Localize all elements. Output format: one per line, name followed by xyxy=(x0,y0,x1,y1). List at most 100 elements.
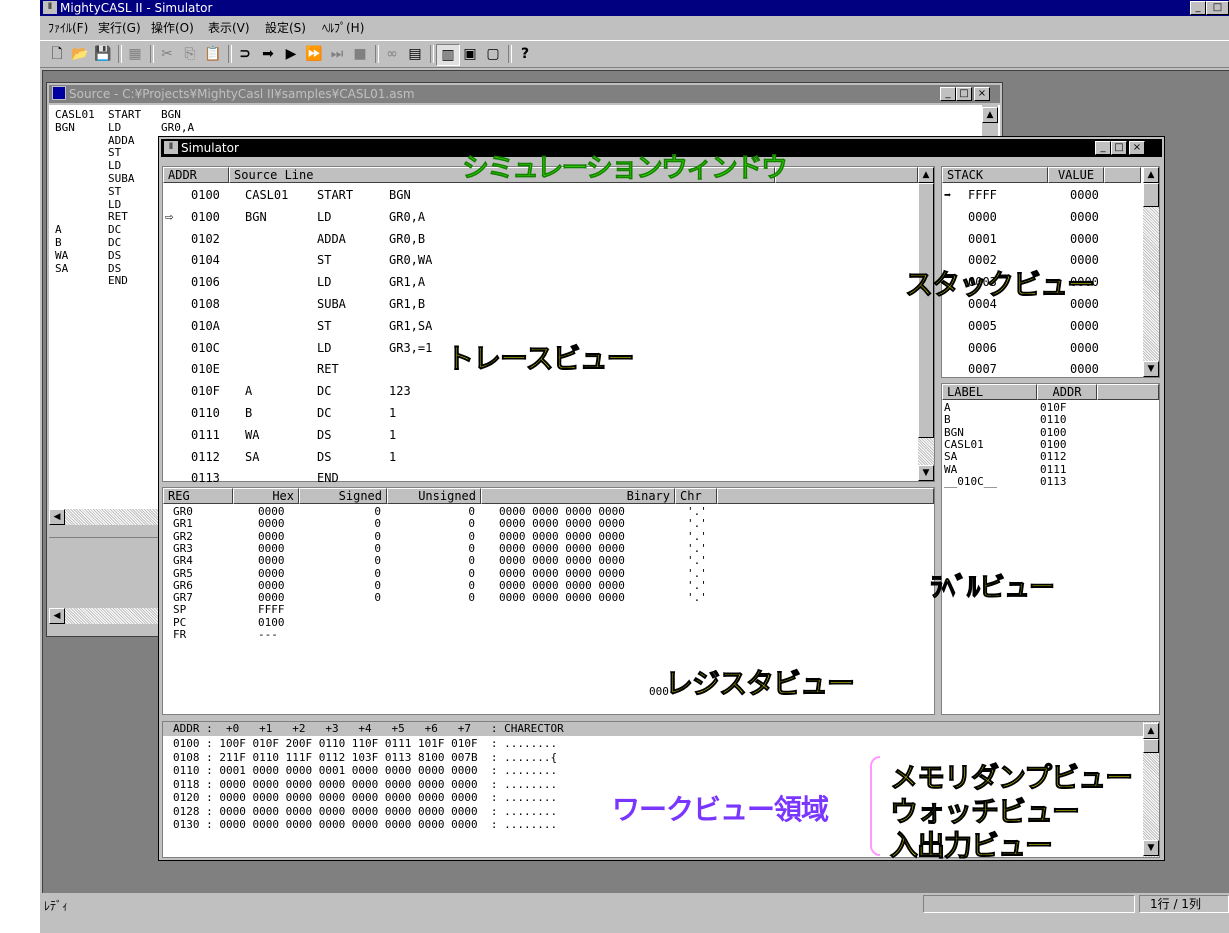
trace-row[interactable]: 0102 ADDA GR0,B xyxy=(163,230,913,248)
source-close-button[interactable]: × xyxy=(974,87,990,101)
stack-row[interactable]: 0007 0000 xyxy=(942,360,1141,377)
fast-forward-icon[interactable]: ⏩ xyxy=(303,44,325,64)
list-icon[interactable]: ▤ xyxy=(404,44,426,64)
memory-scroll-thumb[interactable] xyxy=(1143,739,1159,753)
label-row[interactable]: BGN 0100 xyxy=(944,426,1154,439)
register-row[interactable]: GR0 0000 0 0 0000 0000 0000 0000 '.' xyxy=(163,506,923,518)
menu-run[interactable]: 実行(G) xyxy=(98,17,141,39)
reg-header-binary[interactable]: Binary xyxy=(481,488,675,504)
register-row[interactable]: GR5 0000 0 0 0000 0000 0000 0000 '.' xyxy=(163,567,923,580)
register-view-icon[interactable]: ▥ xyxy=(436,44,460,66)
stack-header-stack[interactable]: STACK xyxy=(942,167,1048,183)
label-header-label[interactable]: LABEL xyxy=(942,384,1037,400)
memory-scroll-up-button[interactable]: ▲ xyxy=(1143,723,1159,739)
simulator-minimize-button[interactable]: _ xyxy=(1095,141,1111,155)
reg-header-reg[interactable]: REG xyxy=(163,488,233,504)
breakpoint-icon[interactable]: ∞ xyxy=(381,44,403,64)
trace-header-addr[interactable]: ADDR xyxy=(163,167,229,183)
register-row[interactable]: GR2 0000 0 0 0000 0000 0000 0000 '.' xyxy=(163,530,923,543)
trace-row[interactable]: 010F A DC 123 xyxy=(163,382,913,400)
source-maximize-button[interactable]: □ xyxy=(956,87,972,101)
copy-icon[interactable]: ⎘ xyxy=(179,44,201,64)
app-minimize-button[interactable]: _ xyxy=(1190,1,1206,15)
label-row[interactable]: A 010F xyxy=(944,402,1154,414)
source-scroll-left-button[interactable]: ◀ xyxy=(49,509,65,525)
window-icon[interactable]: ▦ xyxy=(124,44,146,64)
trace-row[interactable]: 0106 LD GR1,A xyxy=(163,273,913,291)
label-row[interactable]: SA 0112 xyxy=(944,451,1154,463)
register-row[interactable]: GR4 0000 0 0 0000 0000 0000 0000 '.' xyxy=(163,555,923,567)
stack-scroll-thumb[interactable] xyxy=(1143,183,1159,207)
stop-icon[interactable]: ■ xyxy=(349,44,371,64)
source-lower-scroll-left-button[interactable]: ◀ xyxy=(49,608,65,624)
menu-file[interactable]: ﾌｧｲﾙ(F) xyxy=(48,17,88,39)
trace-scroll-thumb[interactable] xyxy=(918,183,934,438)
register-row[interactable]: GR3 0000 0 0 0000 0000 0000 0000 '.' xyxy=(163,542,923,555)
memory-scroll-down-button[interactable]: ▼ xyxy=(1143,840,1159,856)
stack-row[interactable]: 0006 0000 xyxy=(942,339,1141,357)
open-folder-icon[interactable]: 📂 xyxy=(69,44,91,64)
source-minimize-button[interactable]: _ xyxy=(940,87,956,101)
source-lower-hscroll[interactable]: ◀ xyxy=(49,608,169,624)
stack-vscroll[interactable]: ▲ ▼ xyxy=(1143,167,1159,377)
play-icon[interactable]: ▶ xyxy=(280,44,302,64)
help-icon[interactable]: ? xyxy=(514,44,536,64)
register-row[interactable]: FR --- xyxy=(163,629,923,641)
trace-row[interactable]: ⇨ 0100 BGN LD GR0,A xyxy=(163,208,913,226)
stack-row[interactable]: ➡ FFFF 0000 xyxy=(942,186,1141,204)
reg-header-chr[interactable]: Chr xyxy=(675,488,717,504)
stack-row[interactable]: 0005 0000 xyxy=(942,317,1141,335)
trace-row[interactable]: 0104 ST GR0,WA xyxy=(163,251,913,269)
source-line: CASL01 START BGN xyxy=(55,108,181,121)
stack-row[interactable]: 0001 0000 xyxy=(942,230,1141,248)
label-row[interactable]: B 0110 xyxy=(944,414,1154,426)
trace-scroll-up-button[interactable]: ▲ xyxy=(918,167,934,183)
stack-header-value[interactable]: VALUE xyxy=(1048,167,1104,183)
app-titlebar[interactable]: Ⅱ MightyCASL II - Simulator _ □ xyxy=(40,0,1229,16)
app-maximize-button[interactable]: □ xyxy=(1206,1,1229,15)
trace-vscroll[interactable]: ▲ ▼ xyxy=(918,167,934,481)
trace-scroll-down-button[interactable]: ▼ xyxy=(918,465,934,481)
label-row[interactable]: CASL01 0100 xyxy=(944,438,1154,451)
trace-row[interactable]: 0100 CASL01 START BGN xyxy=(163,186,913,204)
trace-row[interactable]: 0110 B DC 1 xyxy=(163,404,913,422)
stack-scroll-up-button[interactable]: ▲ xyxy=(1143,167,1159,183)
step-to-end-icon[interactable]: ⏭ xyxy=(326,44,348,64)
paste-icon[interactable]: 📋 xyxy=(202,44,224,64)
menu-help[interactable]: ﾍﾙﾌﾟ(H) xyxy=(322,17,364,39)
source-hscroll[interactable]: ◀ xyxy=(49,509,169,525)
simulator-close-button[interactable]: × xyxy=(1129,141,1145,155)
cut-icon[interactable]: ✂ xyxy=(156,44,178,64)
register-row[interactable]: SP FFFF xyxy=(163,604,923,616)
step-over-icon[interactable]: ⊃ xyxy=(234,44,256,64)
menu-view[interactable]: 表示(V) xyxy=(208,17,250,39)
menu-operation[interactable]: 操作(O) xyxy=(151,17,194,39)
label-header-addr[interactable]: ADDR xyxy=(1037,384,1097,400)
register-row[interactable]: GR7 0000 0 0 0000 0000 0000 0000 '.' xyxy=(163,592,923,604)
register-row[interactable]: GR6 0000 0 0 0000 0000 0000 0000 '.' xyxy=(163,579,923,592)
trace-row[interactable]: 010A ST GR1,SA xyxy=(163,317,913,335)
memory-vscroll[interactable]: ▲ ▼ xyxy=(1143,722,1159,857)
trace-row[interactable]: 0112 SA DS 1 xyxy=(163,448,913,466)
reg-header-signed[interactable]: Signed xyxy=(299,488,387,504)
reg-header-unsigned[interactable]: Unsigned xyxy=(387,488,481,504)
memory-view-icon[interactable]: ▣ xyxy=(459,44,481,64)
source-titlebar[interactable]: Source - C:¥Projects¥MightyCasl II¥sampl… xyxy=(49,85,1000,103)
stack-scroll-down-button[interactable]: ▼ xyxy=(1143,361,1159,377)
register-row[interactable]: GR1 0000 0 0 0000 0000 0000 0000 '.' xyxy=(163,518,923,530)
new-file-icon[interactable]: 🗋 xyxy=(46,44,68,64)
label-row[interactable]: WA 0111 xyxy=(944,463,1154,476)
source-scroll-up-button[interactable]: ▲ xyxy=(982,107,998,123)
trace-row[interactable]: 0108 SUBA GR1,B xyxy=(163,295,913,313)
trace-row[interactable]: 0113 END xyxy=(163,469,913,482)
register-row[interactable]: PC 0100 xyxy=(163,616,923,629)
stack-row[interactable]: 0000 0000 xyxy=(942,208,1141,226)
reg-header-hex[interactable]: Hex xyxy=(233,488,299,504)
io-view-icon[interactable]: ▢ xyxy=(482,44,504,64)
trace-row[interactable]: 0111 WA DS 1 xyxy=(163,426,913,444)
run-arrow-icon[interactable]: ➡ xyxy=(257,44,279,64)
menu-settings[interactable]: 設定(S) xyxy=(265,17,306,39)
label-row[interactable]: __010C__ 0113 xyxy=(944,475,1154,488)
save-disk-icon[interactable]: 💾 xyxy=(92,44,114,64)
simulator-maximize-button[interactable]: □ xyxy=(1111,141,1127,155)
